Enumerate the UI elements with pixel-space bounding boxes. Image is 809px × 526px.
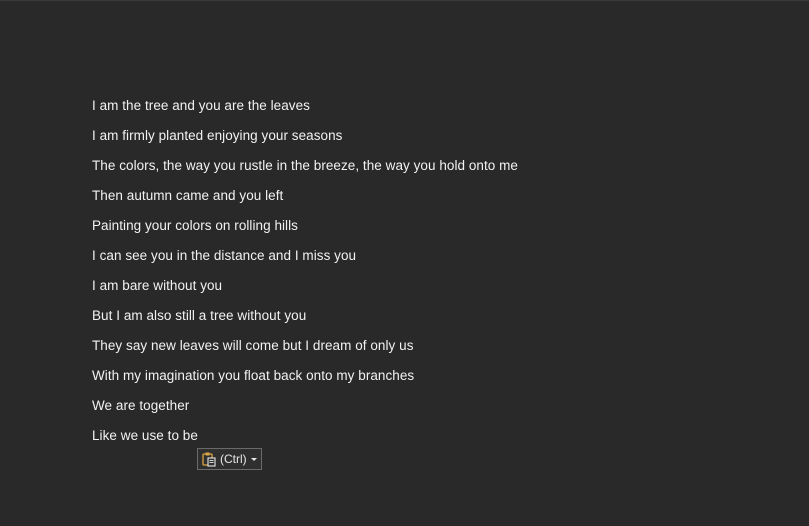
- text-line[interactable]: Then autumn came and you left: [92, 187, 518, 217]
- document-body[interactable]: I am the tree and you are the leaves I a…: [92, 97, 518, 457]
- text-line[interactable]: The colors, the way you rustle in the br…: [92, 157, 518, 187]
- text-line[interactable]: I can see you in the distance and I miss…: [92, 247, 518, 277]
- text-line[interactable]: With my imagination you float back onto …: [92, 367, 518, 397]
- clipboard-paste-icon: [201, 451, 217, 467]
- text-line[interactable]: They say new leaves will come but I drea…: [92, 337, 518, 367]
- text-line[interactable]: Painting your colors on rolling hills: [92, 217, 518, 247]
- text-line[interactable]: Like we use to be: [92, 427, 518, 457]
- text-line[interactable]: We are together: [92, 397, 518, 427]
- paste-options-button[interactable]: (Ctrl): [197, 448, 262, 470]
- text-line[interactable]: But I am also still a tree without you: [92, 307, 518, 337]
- text-line[interactable]: I am bare without you: [92, 277, 518, 307]
- text-line[interactable]: I am firmly planted enjoying your season…: [92, 127, 518, 157]
- text-line[interactable]: I am the tree and you are the leaves: [92, 97, 518, 127]
- document-canvas[interactable]: I am the tree and you are the leaves I a…: [0, 0, 809, 526]
- chevron-down-icon: [250, 457, 257, 461]
- paste-options-label: (Ctrl): [220, 452, 247, 466]
